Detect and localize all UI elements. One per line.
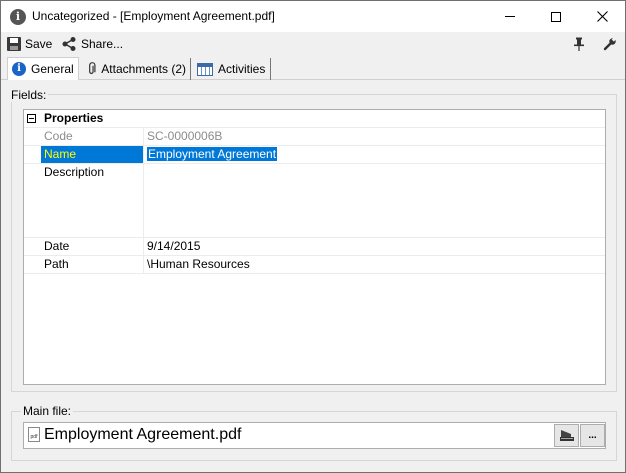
share-icon: [62, 37, 76, 51]
property-name: Code: [41, 128, 144, 145]
tab-label: General: [31, 62, 74, 76]
category-row[interactable]: Properties: [24, 110, 605, 128]
save-button[interactable]: Save: [7, 35, 52, 53]
selected-text: Employment Agreement: [147, 147, 278, 161]
pdf-file-icon: pdf: [28, 427, 40, 442]
share-label: Share...: [81, 37, 124, 51]
tab-activities[interactable]: Activities: [193, 58, 271, 80]
main-file-field[interactable]: pdf Employment Agreement.pdf ...: [23, 422, 606, 449]
pin-icon: [574, 37, 584, 51]
property-value[interactable]: 9/14/2015: [145, 238, 605, 255]
info-icon: i: [12, 62, 26, 76]
tab-label: Attachments (2): [101, 62, 186, 76]
maximize-icon: [551, 11, 561, 22]
calendar-icon: [197, 62, 213, 76]
property-row-description[interactable]: Description: [24, 164, 605, 238]
maximize-button[interactable]: [533, 1, 579, 32]
main-file-name: Employment Agreement.pdf: [44, 426, 242, 443]
row-gutter: [24, 146, 40, 163]
paperclip-icon: [89, 62, 96, 74]
property-name: Path: [41, 256, 144, 273]
browse-button[interactable]: ...: [580, 424, 605, 447]
property-row-path[interactable]: Path \Human Resources: [24, 256, 605, 274]
tab-label: Activities: [218, 62, 266, 76]
tab-attachments[interactable]: Attachments (2): [83, 58, 191, 80]
document-window: i Uncategorized - [Employment Agreement.…: [0, 0, 626, 473]
property-name: Name: [41, 146, 144, 163]
settings-button[interactable]: [603, 35, 617, 53]
scanner-icon: [559, 429, 574, 441]
main-file-group-label: Main file:: [21, 404, 74, 418]
property-row-code[interactable]: Code SC-0000006B: [24, 128, 605, 146]
property-value: SC-0000006B: [147, 129, 223, 143]
row-gutter: [24, 164, 40, 237]
window-title: Uncategorized - [Employment Agreement.pd…: [32, 9, 275, 23]
row-gutter: [24, 128, 40, 145]
info-icon: i: [10, 9, 26, 25]
property-grid: Properties Code SC-0000006B Name Employm…: [23, 109, 606, 385]
fields-group-label: Fields:: [9, 88, 49, 102]
pin-button[interactable]: [573, 35, 585, 53]
tab-general[interactable]: i General: [7, 57, 79, 80]
floppy-disk-icon: [7, 37, 21, 51]
property-row-date[interactable]: Date 9/14/2015: [24, 238, 605, 256]
minimize-icon: [505, 16, 515, 17]
save-label: Save: [25, 37, 53, 51]
property-name: Description: [41, 164, 144, 237]
property-value[interactable]: \Human Resources: [145, 256, 605, 273]
row-gutter: [24, 256, 40, 273]
collapse-icon[interactable]: [27, 114, 36, 123]
wrench-icon: [603, 37, 616, 51]
property-name: Date: [41, 238, 144, 255]
tab-strip: i General Attachments (2) Activities: [1, 56, 625, 80]
minimize-button[interactable]: [487, 1, 533, 32]
property-value-editor[interactable]: Employment Agreement: [145, 146, 605, 163]
toolbar: Save Share...: [1, 32, 625, 56]
property-value[interactable]: [145, 164, 605, 237]
row-gutter: [24, 238, 40, 255]
close-button[interactable]: [579, 1, 625, 32]
property-row-name[interactable]: Name Employment Agreement: [24, 146, 605, 164]
close-icon: [596, 11, 608, 22]
title-bar[interactable]: i Uncategorized - [Employment Agreement.…: [1, 1, 625, 32]
category-label: Properties: [44, 111, 104, 125]
open-file-button[interactable]: [554, 424, 579, 447]
share-button[interactable]: Share...: [61, 35, 123, 53]
row-gutter: [24, 110, 40, 127]
